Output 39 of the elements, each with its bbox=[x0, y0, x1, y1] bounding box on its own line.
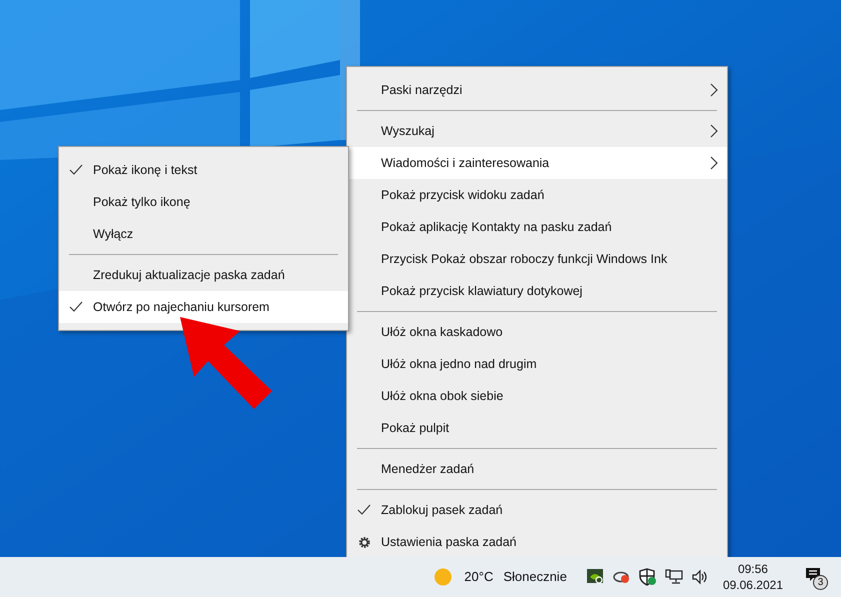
menu-item[interactable]: Paski narzędzi bbox=[347, 74, 727, 106]
menu-item[interactable]: Pokaż pulpit bbox=[347, 412, 727, 444]
check-icon bbox=[357, 504, 371, 516]
menu-item[interactable]: Pokaż ikonę i tekst bbox=[59, 154, 348, 186]
check-icon bbox=[69, 301, 83, 313]
graphics-app-icon[interactable] bbox=[586, 569, 605, 585]
menu-item[interactable]: Wyłącz bbox=[59, 218, 348, 250]
date: 09.06.2021 bbox=[722, 577, 783, 593]
chevron-icon bbox=[710, 124, 718, 138]
weather-text: Słonecznie bbox=[503, 568, 567, 586]
chevron-icon bbox=[710, 156, 718, 170]
network-icon[interactable] bbox=[664, 569, 683, 585]
settings-icon bbox=[358, 536, 370, 548]
menu-item[interactable]: Zredukuj aktualizacje paska zadań bbox=[59, 259, 348, 291]
menu-item[interactable]: Pokaż aplikację Kontakty na pasku zadań bbox=[347, 211, 727, 243]
temperature: 20°C bbox=[464, 568, 494, 586]
cloud-icon[interactable] bbox=[612, 569, 631, 585]
menu-item[interactable]: Ustawienia paska zadań bbox=[347, 526, 727, 558]
sun-icon bbox=[434, 568, 452, 586]
notification-badge: 3 bbox=[813, 575, 828, 590]
menu-item[interactable]: Ułóż okna jedno nad drugim bbox=[347, 348, 727, 380]
menu-item[interactable]: Pokaż przycisk klawiatury dotykowej bbox=[347, 275, 727, 307]
menu-item[interactable]: Pokaż przycisk widoku zadań bbox=[347, 179, 727, 211]
check-icon bbox=[69, 164, 83, 176]
menu-item[interactable]: Zablokuj pasek zadań bbox=[347, 494, 727, 526]
menu-item[interactable]: Menedżer zadań bbox=[347, 453, 727, 485]
menu-item[interactable]: Wyszukaj bbox=[347, 115, 727, 147]
menu-item[interactable]: Pokaż tylko ikonę bbox=[59, 186, 348, 218]
menu-item[interactable]: Ułóż okna kaskadowo bbox=[347, 316, 727, 348]
notifications-button[interactable]: 3 bbox=[803, 565, 827, 589]
volume-icon[interactable] bbox=[690, 569, 709, 585]
menu-item[interactable]: Otwórz po najechaniu kursorem bbox=[59, 291, 348, 323]
shield-icon[interactable] bbox=[638, 568, 657, 586]
clock-button[interactable]: 09:56 09.06.2021 bbox=[718, 561, 787, 593]
time: 09:56 bbox=[738, 561, 768, 577]
menu-item[interactable]: Wiadomości i zainteresowania bbox=[347, 147, 727, 179]
menu-item[interactable]: Przycisk Pokaż obszar roboczy funkcji Windows Ink bbox=[347, 243, 727, 275]
menu-item[interactable]: Ułóż okna obok siebie bbox=[347, 380, 727, 412]
chevron-icon bbox=[710, 83, 718, 97]
